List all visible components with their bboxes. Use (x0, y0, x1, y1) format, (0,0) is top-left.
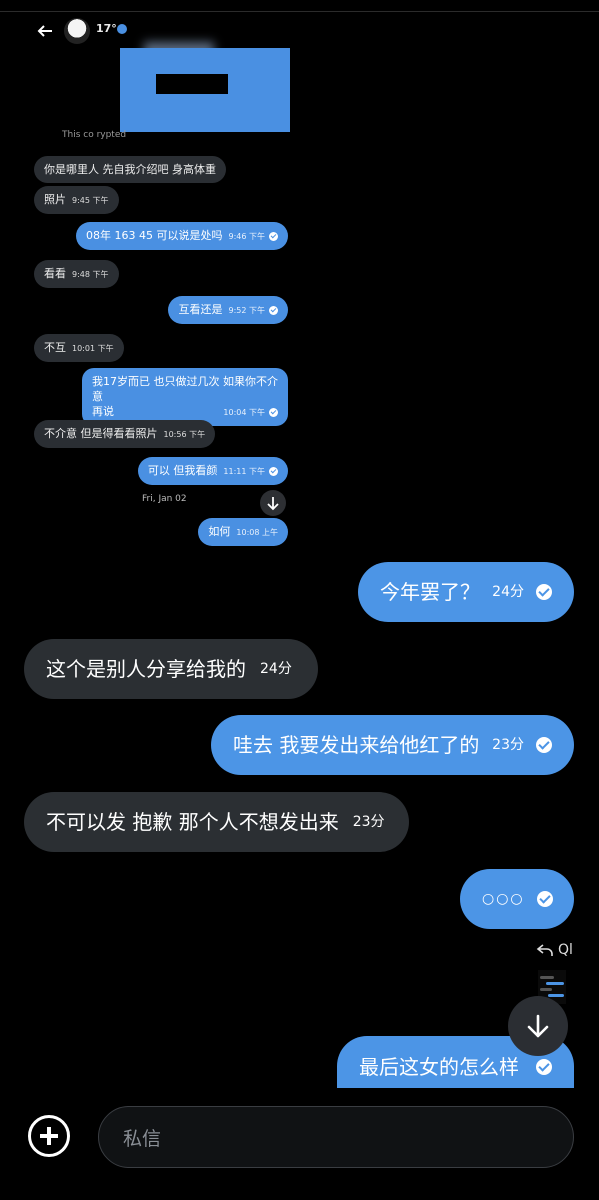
reply-icon (536, 944, 553, 956)
message-text: 看看 (44, 267, 66, 280)
message-time: 9:48 下午 (72, 270, 109, 279)
message-text: 照片 (44, 193, 66, 206)
redacted-area (120, 48, 290, 132)
status-divider (0, 0, 599, 12)
read-check-icon (536, 891, 553, 907)
message-text: 如何 (208, 525, 231, 538)
message-bubble[interactable]: 今年罢了？ 24分 (358, 562, 574, 622)
message-input[interactable]: 私信 (98, 1106, 574, 1168)
message-text: ○○○ (482, 891, 525, 907)
message-text: 互看还是 (178, 303, 223, 316)
encryption-notice: This co rypted (62, 130, 127, 140)
message-text: 我17岁而已 也只做过几次 如果你不介意 (92, 375, 278, 403)
shared-screenshot[interactable]: 17° This co rypted 你是哪里人 先自我介绍吧 身高体重 照片 9… (24, 12, 300, 546)
message-bubble[interactable]: ○○○ (460, 869, 574, 929)
message-time: 24分 (260, 661, 292, 677)
message-bubble[interactable]: 不可以发 抱歉 那个人不想发出来 23分 (24, 792, 409, 852)
message-time: 9:45 下午 (72, 196, 109, 205)
back-arrow-icon (37, 25, 52, 37)
message-bubble: 08年 163 45 可以说是处吗 9:46 下午 (76, 222, 288, 250)
read-check-icon (269, 466, 278, 476)
arrow-down-icon (527, 1014, 549, 1038)
message-time: 10:01 下午 (72, 344, 114, 353)
message-text: 今年罢了？ (380, 580, 480, 604)
message-time: 23分 (352, 814, 385, 830)
reply-indicator[interactable]: Ql (536, 942, 573, 958)
add-attachment-button[interactable] (28, 1115, 70, 1157)
message-time: 9:52 下午 (228, 306, 265, 315)
message-text: 可以 但我看颜 (147, 464, 218, 477)
message-time: 24分 (492, 584, 524, 600)
read-check-icon (536, 1059, 552, 1075)
message-time: 23分 (492, 737, 524, 753)
message-text: 再说 (92, 405, 114, 418)
message-bubble: 可以 但我看颜 11:11 下午 (137, 457, 288, 485)
message-bubble: 看看 9:48 下午 (34, 260, 119, 288)
message-text: 哇去 我要发出来给他红了的 (233, 733, 480, 757)
read-check-icon (536, 737, 552, 753)
message-bubble: 不互 10:01 下午 (34, 334, 124, 362)
verified-badge-icon (117, 24, 127, 34)
message-text: 不介意 但是得看看照片 (44, 427, 158, 440)
scroll-to-bottom-button[interactable] (508, 996, 568, 1056)
message-bubble: 不介意 但是得看看照片 10:56 下午 (34, 420, 216, 448)
scroll-down-button[interactable] (260, 490, 286, 516)
read-check-icon (269, 231, 278, 241)
message-time: 10:04 下午 (223, 408, 265, 417)
arrow-down-icon (267, 497, 279, 511)
message-text: 你是哪里人 先自我介绍吧 身高体重 (44, 163, 216, 176)
message-text: 不互 (44, 341, 66, 354)
read-check-icon (269, 305, 278, 315)
message-bubble: 如何 10:08 上午 (198, 518, 288, 546)
message-bubble: 照片 9:45 下午 (34, 186, 119, 214)
message-bubble: 我17岁而已 也只做过几次 如果你不介意 再说 10:04 下午 (82, 368, 288, 426)
message-bubble[interactable]: 这个是别人分享给我的 24分 (24, 639, 318, 699)
reply-label-text: Ql (558, 942, 573, 958)
message-bubble: 互看还是 9:52 下午 (168, 296, 288, 324)
message-text: 08年 163 45 可以说是处吗 (86, 229, 223, 242)
message-time: 11:11 下午 (223, 467, 265, 476)
date-divider: Fri, Jan 02 (142, 494, 187, 504)
message-time: 10:08 上午 (236, 528, 278, 537)
contact-name: 17° (96, 22, 117, 35)
message-time: 10:56 下午 (163, 430, 206, 439)
read-check-icon (269, 407, 278, 417)
message-text: 这个是别人分享给我的 (46, 657, 246, 681)
message-bubble: 你是哪里人 先自我介绍吧 身高体重 (34, 156, 226, 183)
avatar (64, 18, 90, 44)
read-check-icon (536, 584, 552, 600)
message-time: 9:46 下午 (228, 232, 265, 241)
message-input-placeholder: 私信 (123, 1127, 162, 1150)
message-text: 最后这女的怎么样 (359, 1055, 519, 1079)
message-text: 不可以发 抱歉 那个人不想发出来 (46, 810, 339, 834)
message-bubble[interactable]: 哇去 我要发出来给他红了的 23分 (211, 715, 574, 775)
